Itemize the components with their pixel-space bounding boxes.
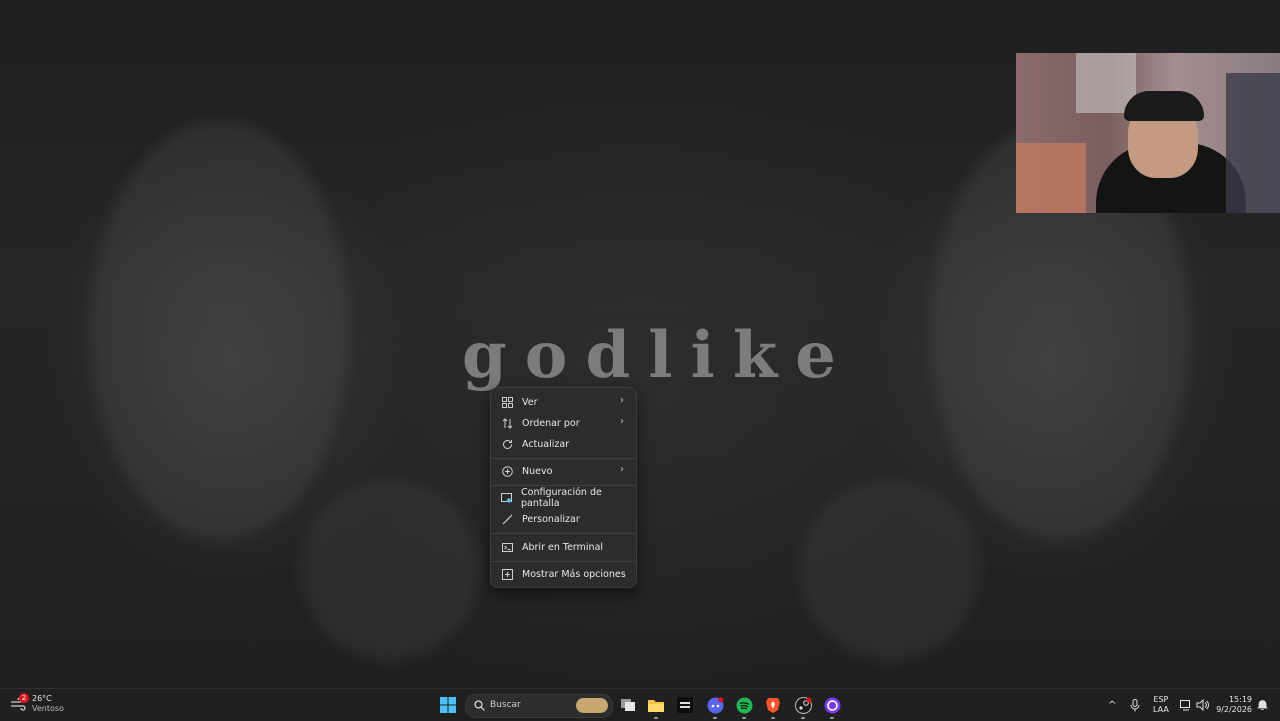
running-indicator — [713, 717, 717, 719]
clock-date: 9/2/2026 — [1216, 705, 1252, 714]
notification-button[interactable] — [1257, 689, 1268, 721]
person-cap — [1124, 91, 1204, 121]
file-explorer-button[interactable] — [647, 696, 665, 719]
chevron-up-icon: ^ — [1108, 699, 1117, 711]
file-explorer-icon — [648, 699, 664, 712]
desktop[interactable]: godlike — [0, 0, 1280, 688]
menu-item-display-settings[interactable]: Configuración de pantalla — [495, 487, 632, 509]
running-indicator — [830, 717, 834, 719]
app-button[interactable] — [823, 696, 841, 719]
start-button[interactable] — [439, 696, 457, 714]
microphone-button[interactable] — [1130, 689, 1140, 721]
spotify-button[interactable] — [735, 696, 753, 719]
menu-separator — [491, 485, 636, 486]
bed-decor — [1016, 143, 1086, 213]
add-circle-icon — [501, 465, 513, 477]
menu-item-label: Configuración de pantalla — [521, 487, 602, 509]
clock[interactable]: 15:19 9/2/2026 — [1216, 689, 1252, 721]
call-of-duty-icon — [677, 697, 693, 713]
volume-button[interactable] — [1196, 689, 1209, 721]
chevron-right-icon: › — [620, 395, 624, 406]
search-input[interactable]: Buscar — [465, 694, 613, 718]
menu-item-open-terminal[interactable]: Abrir en Terminal — [495, 537, 632, 557]
weather-badge: 2 — [19, 693, 29, 703]
display-settings-icon — [501, 492, 512, 504]
windows-icon — [440, 697, 456, 713]
menu-item-label: Ordenar por — [522, 417, 580, 429]
steam-button[interactable] — [794, 696, 812, 719]
spotify-icon — [736, 697, 752, 713]
menu-item-label: Mostrar Más opciones — [522, 568, 626, 580]
webcam-overlay — [1016, 53, 1280, 213]
brush-icon — [501, 513, 513, 525]
brave-button[interactable] — [764, 696, 782, 719]
menu-separator — [491, 561, 636, 562]
app-icon — [824, 697, 840, 713]
task-view-button[interactable] — [619, 696, 637, 714]
sort-icon — [501, 417, 513, 429]
search-placeholder: Buscar — [490, 700, 521, 710]
search-highlight-icon — [576, 698, 608, 713]
wallpaper-figure-left — [90, 120, 350, 540]
more-options-icon — [501, 568, 513, 580]
weather-condition: Ventoso — [32, 704, 64, 713]
chevron-right-icon: › — [620, 416, 624, 427]
menu-item-new[interactable]: Nuevo › — [495, 461, 632, 481]
call-of-duty-button[interactable] — [676, 696, 694, 714]
menu-item-label: Ver — [522, 396, 538, 408]
microphone-icon — [1130, 698, 1140, 711]
wallpaper-title: godlike — [462, 318, 854, 393]
menu-item-refresh[interactable]: Actualizar — [495, 434, 632, 454]
taskbar: 2 26°C Ventoso Buscar ^ ESP LAA 15:19 9/… — [0, 688, 1280, 721]
network-icon — [1180, 700, 1190, 711]
discord-icon — [707, 697, 723, 713]
menu-item-label: Actualizar — [522, 438, 570, 450]
clothes-rack — [1226, 73, 1280, 213]
menu-separator — [491, 458, 636, 459]
running-indicator — [801, 717, 805, 719]
task-view-icon — [620, 698, 635, 711]
menu-item-view[interactable]: Ver › — [495, 392, 632, 412]
menu-item-label: Nuevo — [522, 465, 553, 477]
wallpaper-shadow-right — [800, 480, 980, 660]
network-button[interactable] — [1180, 689, 1192, 721]
weather-widget[interactable]: 2 26°C Ventoso — [10, 693, 64, 714]
steam-icon — [794, 696, 812, 714]
menu-separator — [491, 533, 636, 534]
menu-item-personalize[interactable]: Personalizar — [495, 509, 632, 529]
running-indicator — [771, 717, 775, 719]
menu-item-label: Personalizar — [522, 513, 580, 525]
search-icon — [474, 700, 485, 711]
refresh-icon — [501, 438, 513, 450]
grid-view-icon — [501, 396, 513, 408]
running-indicator — [654, 717, 658, 719]
brave-icon — [766, 697, 780, 713]
show-hidden-icons-button[interactable]: ^ — [1108, 689, 1116, 721]
desktop-context-menu: Ver › Ordenar por › Actualizar Nuevo › C… — [490, 387, 637, 588]
language-code: ESP — [1153, 695, 1169, 704]
keyboard-layout: LAA — [1153, 705, 1169, 714]
chevron-right-icon: › — [620, 464, 624, 475]
menu-item-label: Abrir en Terminal — [522, 541, 604, 553]
wallpaper-shadow-left — [300, 480, 480, 660]
language-indicator[interactable]: ESP LAA — [1153, 689, 1169, 721]
menu-item-more-options[interactable]: Mostrar Más opciones — [495, 564, 632, 584]
weather-temp: 26°C — [32, 694, 52, 703]
wind-icon: 2 — [10, 693, 29, 712]
running-indicator — [742, 717, 746, 719]
menu-item-sort-by[interactable]: Ordenar por › — [495, 413, 632, 433]
notification-bell-icon — [1257, 700, 1268, 710]
volume-icon — [1196, 699, 1209, 711]
clock-time: 15:19 — [1228, 695, 1252, 704]
discord-button[interactable] — [706, 696, 724, 719]
terminal-icon — [501, 541, 513, 553]
